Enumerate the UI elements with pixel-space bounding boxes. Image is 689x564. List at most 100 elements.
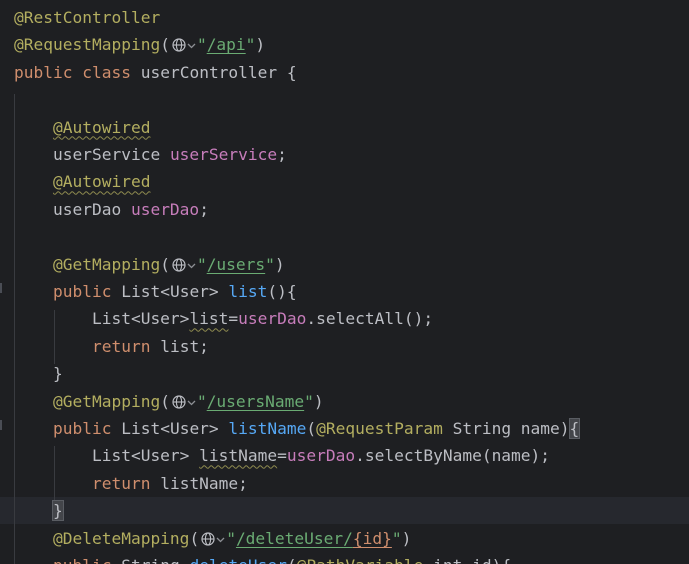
code-line[interactable]: @Autowired [0,168,689,195]
code-text: public String deleteUser(@PathVariable i… [14,552,511,564]
code-text: userService userService; [14,141,287,168]
code-token: @RequestParam [316,419,443,438]
code-text: @RequestMapping( "/api") [14,31,265,58]
code-line[interactable]: return listName; [0,470,689,497]
code-token: String name) [442,419,570,438]
code-line[interactable]: @RequestMapping( "/api") [0,31,689,58]
code-token: ) [401,528,412,548]
code-token: List<User> [121,419,229,438]
code-token: return [91,473,161,493]
code-line[interactable]: @RestController [0,4,689,31]
code-token: listName [228,419,307,438]
code-token: @Autowired [52,117,151,137]
code-line[interactable] [0,86,689,113]
code-text: @Autowired [14,168,150,195]
code-token: userDao [14,199,131,219]
code-text: @Autowired [14,114,150,141]
code-line[interactable]: public List<User> listName(@RequestParam… [0,415,689,442]
code-token: listName; [160,473,248,493]
code-text: return listName; [14,470,248,497]
code-text: @GetMapping("/usersName") [14,388,324,415]
code-text: @GetMapping("/users") [14,251,285,278]
code-token: ; [199,199,209,219]
code-token: .selectAll(); [306,309,434,329]
code-token: ( [160,254,170,274]
code-line[interactable]: @Autowired [0,114,689,141]
code-token: int id){ [423,556,511,564]
globe-icon[interactable] [170,392,197,411]
code-token: @DeleteMapping [52,528,190,548]
code-token: /usersName [206,391,305,411]
code-token: } [14,364,63,384]
code-token: ( [160,391,170,411]
indent-guide [14,94,15,564]
code-text: } [14,360,63,387]
code-token: " [265,254,275,274]
code-text: public class userController { [14,59,297,86]
code-line[interactable] [0,223,689,250]
code-token: ( [306,419,317,438]
code-line[interactable]: public List<User> list(){ [0,278,689,305]
code-token: @GetMapping [52,254,161,274]
code-line[interactable]: List<User>list=userDao.selectAll(); [0,305,689,332]
code-token: " [226,528,236,548]
code-token: userDao [286,446,356,466]
code-token: " [245,35,256,55]
code-token: = [228,309,239,329]
code-line-current[interactable]: } [0,497,689,525]
code-line[interactable]: public String deleteUser(@PathVariable i… [0,552,689,564]
code-line[interactable]: @GetMapping("/usersName") [0,388,689,415]
code-line[interactable]: @GetMapping("/users") [0,251,689,278]
code-token: /api [206,35,246,55]
code-token: @RequestMapping [14,35,161,55]
globe-icon[interactable] [170,35,197,54]
code-line[interactable]: userDao userDao; [0,196,689,223]
code-text: List<User>list=userDao.selectAll(); [14,305,433,332]
indent-guide [54,310,55,364]
code-token: List<User> [14,446,200,466]
code-token: .selectByName(name); [355,446,551,466]
code-token: list; [160,336,209,356]
code-token: public [14,62,83,82]
code-token: { [568,418,581,439]
chevron-down-icon [216,537,225,543]
code-token: (){ [267,282,297,301]
code-token: ( [160,35,170,55]
code-token: public [52,419,122,438]
chevron-down-icon [187,43,196,49]
code-token: " [196,35,207,55]
code-line[interactable]: public class userController { [0,59,689,86]
globe-icon[interactable] [170,255,197,274]
code-token: {id} [352,528,392,548]
code-text: List<User> listName=userDao.selectByName… [14,442,550,469]
code-token: @PathVariable [297,556,424,564]
code-token: List<User> [121,282,229,301]
code-token: List<User> [14,309,190,329]
code-token: public [52,282,122,301]
code-token: @RestController [14,8,161,27]
code-line[interactable]: } [0,360,689,387]
code-line[interactable]: @DeleteMapping("/deleteUser/{id}") [0,525,689,552]
code-line[interactable]: return list; [0,333,689,360]
code-editor[interactable]: @RestController @RequestMapping("/api") pu… [0,0,689,564]
code-line[interactable]: List<User> listName=userDao.selectByName… [0,442,689,469]
globe-icon[interactable] [199,529,226,548]
code-line[interactable]: userService userService; [0,141,689,168]
code-text: @DeleteMapping("/deleteUser/{id}") [14,525,411,552]
code-token: ( [189,528,200,548]
code-text: public List<User> list(){ [14,278,297,305]
fold-marker[interactable] [0,420,2,430]
code-text: return list; [14,333,209,360]
fold-marker[interactable] [0,283,2,293]
code-token: " [196,254,207,274]
code-token: @GetMapping [52,391,161,411]
code-token: ) [255,35,266,55]
